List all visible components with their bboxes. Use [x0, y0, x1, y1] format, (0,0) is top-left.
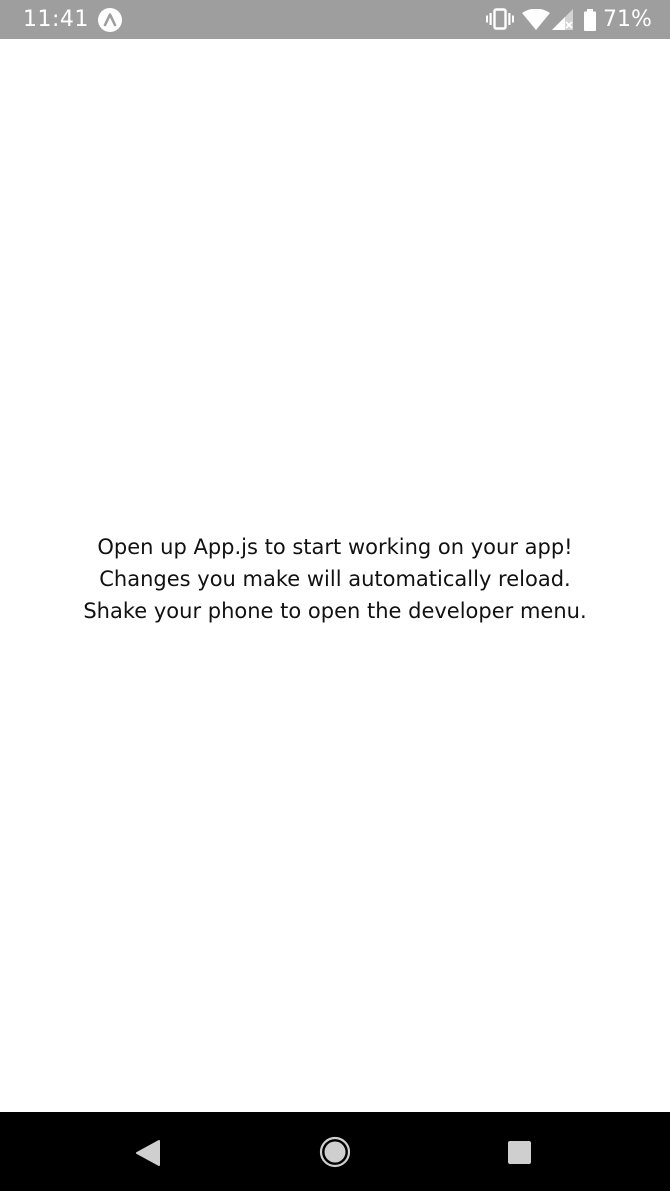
- status-bar: 11:41 71%: [0, 0, 670, 39]
- back-icon[interactable]: [135, 1139, 161, 1171]
- expo-icon: [98, 8, 122, 32]
- welcome-message: Open up App.js to start working on your …: [83, 531, 586, 627]
- vibrate-icon: [486, 8, 514, 34]
- battery-percent: 71%: [603, 7, 652, 32]
- main-content: Open up App.js to start working on your …: [0, 39, 670, 1112]
- battery-icon: [583, 9, 597, 35]
- wifi-icon: [522, 8, 550, 34]
- recents-icon[interactable]: [507, 1140, 532, 1169]
- signal-icon: [552, 9, 574, 34]
- home-icon[interactable]: [319, 1136, 351, 1172]
- status-time: 11:41: [23, 7, 89, 32]
- message-line: Changes you make will automatically relo…: [99, 566, 571, 591]
- message-line: Shake your phone to open the developer m…: [83, 598, 587, 623]
- screen: 11:41 71% Open up App.js to start workin…: [0, 0, 670, 1191]
- message-line: Open up App.js to start working on your …: [97, 534, 573, 559]
- navigation-bar: [0, 1112, 670, 1191]
